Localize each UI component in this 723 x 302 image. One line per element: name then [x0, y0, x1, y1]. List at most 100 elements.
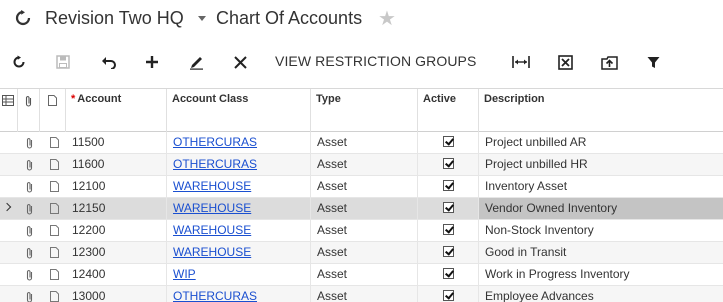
delete-icon[interactable] — [231, 52, 249, 72]
table-row[interactable]: 11500 OTHERCURAS Asset Project unbilled AR — [0, 132, 723, 154]
column-header-active[interactable]: Active — [418, 89, 479, 132]
account-cell[interactable]: 13000 — [66, 286, 167, 302]
description-cell[interactable]: Inventory Asset — [479, 176, 723, 197]
row-selector-header-icon[interactable] — [0, 89, 18, 132]
filter-icon[interactable] — [644, 52, 662, 72]
account-class-link[interactable]: OTHERCURAS — [167, 154, 311, 175]
refresh-icon[interactable] — [10, 52, 28, 72]
note-icon[interactable] — [45, 132, 63, 153]
active-cell[interactable] — [418, 198, 479, 219]
account-cell[interactable]: 11600 — [66, 154, 167, 175]
attachment-icon[interactable] — [20, 242, 38, 263]
active-checkbox[interactable] — [442, 246, 454, 258]
upload-icon[interactable] — [599, 52, 619, 72]
type-cell[interactable]: Asset — [311, 132, 418, 153]
save-icon[interactable] — [54, 52, 72, 72]
column-header-account-class[interactable]: Account Class — [167, 89, 311, 132]
account-class-link[interactable]: OTHERCURAS — [167, 132, 311, 153]
edit-icon[interactable] — [187, 52, 205, 72]
account-cell[interactable]: 12150 — [66, 198, 167, 219]
active-checkbox[interactable] — [442, 180, 454, 192]
table-row[interactable]: 13000 OTHERCURAS Asset Employee Advances — [0, 286, 723, 302]
active-cell[interactable] — [418, 220, 479, 241]
refresh-icon[interactable] — [14, 9, 32, 27]
attachment-icon[interactable] — [20, 176, 38, 197]
note-icon[interactable] — [45, 242, 63, 263]
type-cell[interactable]: Asset — [311, 220, 418, 241]
active-cell[interactable] — [418, 132, 479, 153]
description-cell[interactable]: Non-Stock Inventory — [479, 220, 723, 241]
active-checkbox[interactable] — [442, 202, 454, 214]
export-excel-icon[interactable] — [556, 52, 574, 72]
description-cell[interactable]: Project unbilled AR — [479, 132, 723, 153]
active-cell[interactable] — [418, 264, 479, 285]
row-selector[interactable] — [0, 176, 18, 197]
attachment-icon[interactable] — [20, 264, 38, 285]
description-cell[interactable]: Work in Progress Inventory — [479, 264, 723, 285]
description-cell[interactable]: Project unbilled HR — [479, 154, 723, 175]
type-cell[interactable]: Asset — [311, 242, 418, 263]
type-cell[interactable]: Asset — [311, 154, 418, 175]
row-selector[interactable] — [0, 242, 18, 263]
row-selector[interactable] — [0, 154, 18, 175]
note-icon[interactable] — [45, 264, 63, 285]
attachment-icon[interactable] — [20, 198, 38, 219]
row-selector[interactable] — [0, 220, 18, 241]
table-row[interactable]: 12200 WAREHOUSE Asset Non-Stock Inventory — [0, 220, 723, 242]
add-icon[interactable] — [143, 52, 161, 72]
account-cell[interactable]: 11500 — [66, 132, 167, 153]
attachment-icon[interactable] — [20, 286, 38, 302]
note-icon[interactable] — [45, 176, 63, 197]
account-class-link[interactable]: WAREHOUSE — [167, 176, 311, 197]
attachment-icon[interactable] — [20, 154, 38, 175]
row-selector[interactable] — [0, 132, 18, 153]
company-selector[interactable]: Revision Two HQ — [45, 8, 184, 29]
view-restriction-groups-button[interactable]: VIEW RESTRICTION GROUPS — [275, 53, 476, 69]
description-cell[interactable]: Vendor Owned Inventory — [479, 198, 723, 219]
note-icon[interactable] — [45, 198, 63, 219]
favorite-star-icon[interactable]: ★ — [378, 6, 396, 31]
table-row[interactable]: 12300 WAREHOUSE Asset Good in Transit — [0, 242, 723, 264]
active-cell[interactable] — [418, 176, 479, 197]
account-class-link[interactable]: WAREHOUSE — [167, 198, 311, 219]
active-cell[interactable] — [418, 154, 479, 175]
note-icon[interactable] — [45, 286, 63, 302]
row-selector[interactable] — [0, 198, 18, 219]
chevron-down-icon[interactable] — [198, 16, 206, 21]
column-header-description[interactable]: Description — [479, 89, 723, 132]
note-icon[interactable] — [45, 154, 63, 175]
type-cell[interactable]: Asset — [311, 286, 418, 302]
note-icon[interactable] — [45, 220, 63, 241]
active-cell[interactable] — [418, 242, 479, 263]
description-cell[interactable]: Employee Advances — [479, 286, 723, 302]
account-cell[interactable]: 12400 — [66, 264, 167, 285]
type-cell[interactable]: Asset — [311, 264, 418, 285]
active-checkbox[interactable] — [442, 268, 454, 280]
fit-columns-icon[interactable] — [511, 52, 531, 72]
table-row[interactable]: 12100 WAREHOUSE Asset Inventory Asset — [0, 176, 723, 198]
table-row[interactable]: 11600 OTHERCURAS Asset Project unbilled HR — [0, 154, 723, 176]
active-checkbox[interactable] — [442, 136, 454, 148]
undo-icon[interactable] — [99, 52, 119, 72]
account-class-link[interactable]: OTHERCURAS — [167, 286, 311, 302]
account-cell[interactable]: 12200 — [66, 220, 167, 241]
active-checkbox[interactable] — [442, 290, 454, 302]
table-row[interactable]: 12400 WIP Asset Work in Progress Inventory — [0, 264, 723, 286]
account-class-link[interactable]: WAREHOUSE — [167, 242, 311, 263]
active-checkbox[interactable] — [442, 158, 454, 170]
account-class-link[interactable]: WIP — [167, 264, 311, 285]
table-row[interactable]: 12150 WAREHOUSE Asset Vendor Owned Inventor… — [0, 198, 723, 220]
active-cell[interactable] — [418, 286, 479, 302]
account-class-link[interactable]: WAREHOUSE — [167, 220, 311, 241]
type-cell[interactable]: Asset — [311, 176, 418, 197]
account-cell[interactable]: 12300 — [66, 242, 167, 263]
description-cell[interactable]: Good in Transit — [479, 242, 723, 263]
column-header-type[interactable]: Type — [311, 89, 418, 132]
attachment-icon[interactable] — [20, 132, 38, 153]
active-checkbox[interactable] — [442, 224, 454, 236]
row-selector[interactable] — [0, 286, 18, 302]
attachment-icon[interactable] — [20, 220, 38, 241]
account-cell[interactable]: 12100 — [66, 176, 167, 197]
column-header-account[interactable]: * Account — [66, 89, 167, 132]
type-cell[interactable]: Asset — [311, 198, 418, 219]
